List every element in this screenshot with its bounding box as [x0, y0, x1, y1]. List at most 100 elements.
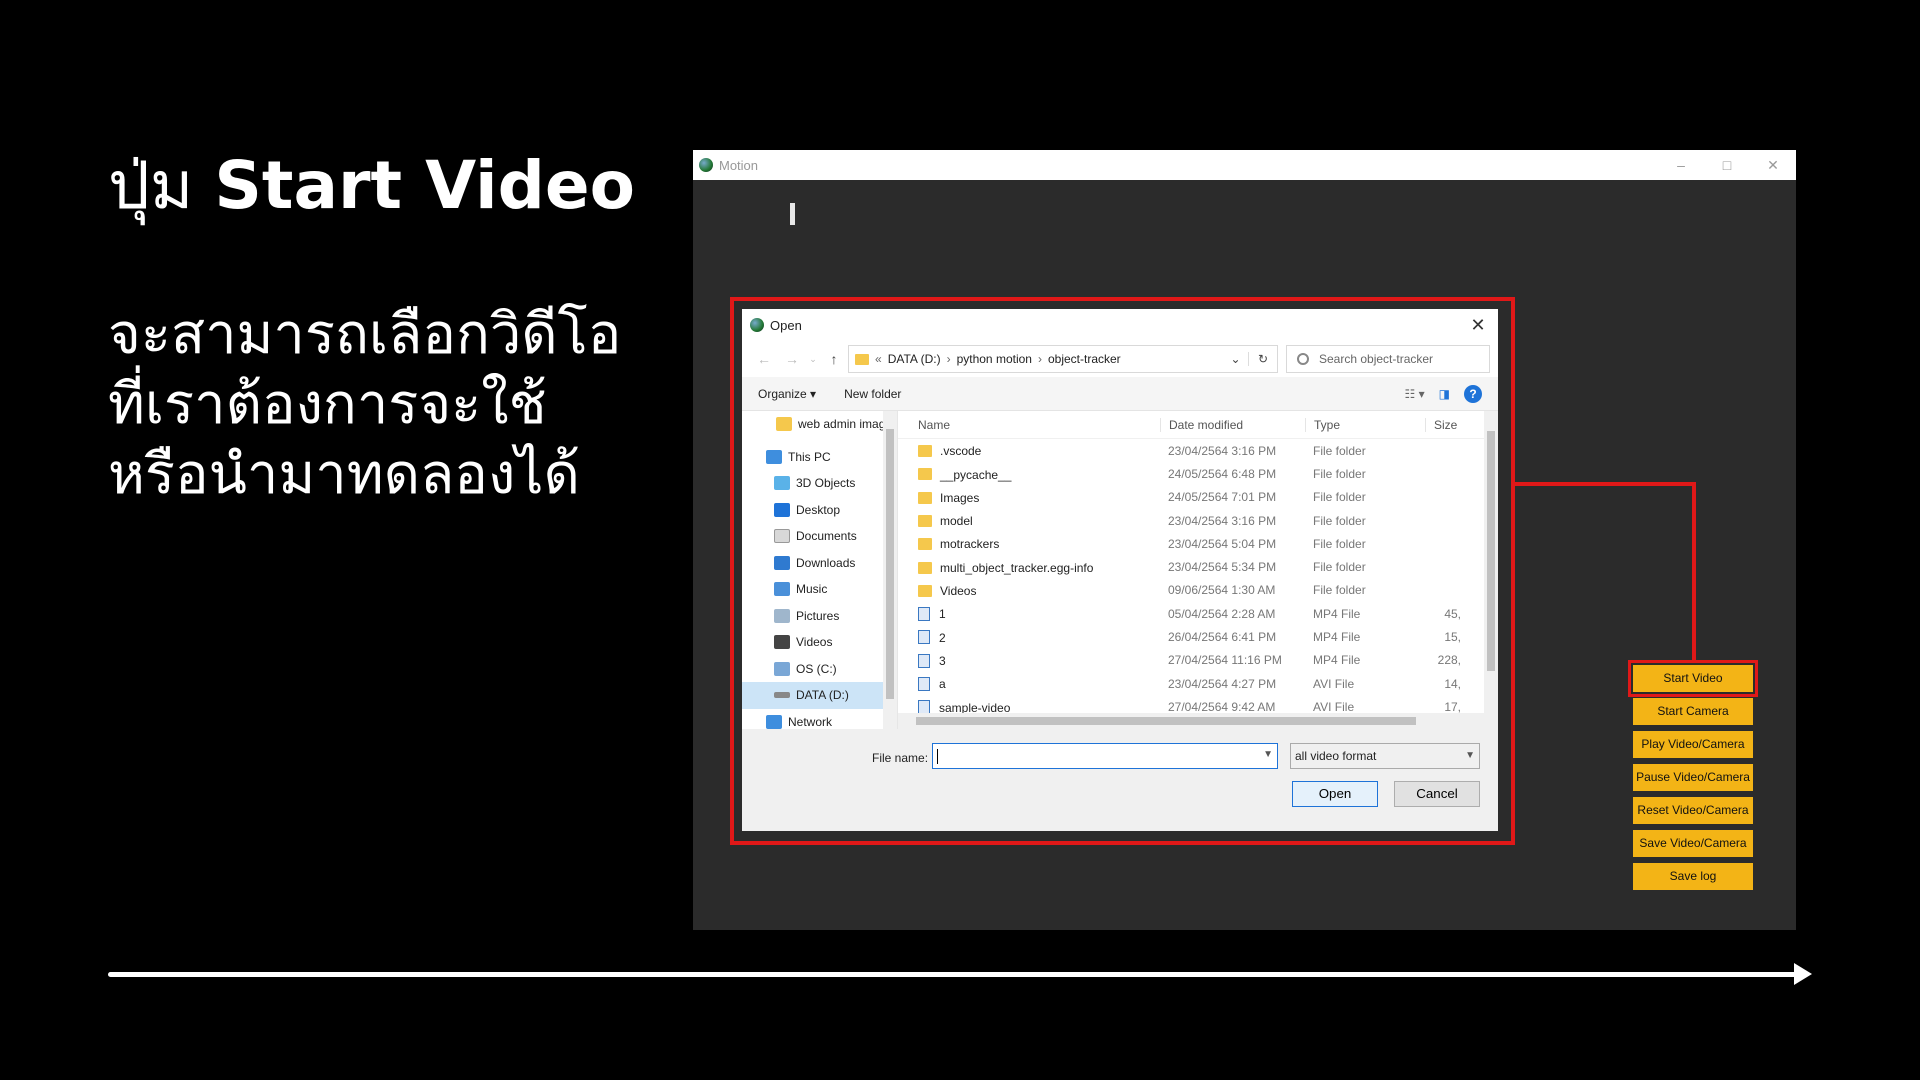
file-name-cell: 3: [898, 653, 1160, 668]
dialog-content: web admin imag This PC 3D Objects Deskto…: [742, 411, 1498, 729]
file-size: 45,: [1444, 606, 1461, 621]
nav-item-label: This PC: [788, 449, 831, 464]
file-row[interactable]: __pycache__ 24/05/2564 6:48 PM File folder: [898, 462, 1498, 485]
file-type: File folder: [1313, 466, 1366, 481]
nav-item-web-admin[interactable]: web admin imag: [742, 411, 897, 438]
chevron-down-icon[interactable]: ▼: [1465, 744, 1475, 768]
nav-item-downloads[interactable]: Downloads: [742, 550, 897, 577]
address-bar[interactable]: « DATA (D:) › python motion › object-tra…: [848, 345, 1278, 373]
file-list-horizontal-scrollbar[interactable]: [898, 713, 1484, 729]
file-date: 23/04/2564 3:16 PM: [1168, 513, 1277, 528]
scrollbar-thumb[interactable]: [1487, 431, 1495, 671]
view-options-icon[interactable]: ☷ ▾: [1405, 387, 1425, 401]
nav-item-music[interactable]: Music: [742, 576, 897, 603]
file-name: .vscode: [940, 444, 982, 459]
breadcrumb-item[interactable]: object-tracker: [1048, 352, 1121, 366]
preview-pane-icon[interactable]: ◨: [1439, 387, 1450, 401]
file-row[interactable]: a 23/04/2564 4:27 PM AVI File 14,: [898, 672, 1498, 695]
open-button[interactable]: Open: [1292, 781, 1378, 807]
chevron-down-icon[interactable]: ⌄: [1223, 352, 1249, 366]
organize-menu[interactable]: Organize ▾: [758, 387, 816, 401]
navigation-pane: web admin imag This PC 3D Objects Deskto…: [742, 411, 898, 729]
file-name: 3: [939, 653, 946, 668]
nav-item-label: Music: [796, 582, 828, 597]
close-icon[interactable]: ✕: [1458, 315, 1498, 336]
nav-item-data-d[interactable]: DATA (D:): [742, 682, 897, 709]
file-date: 09/06/2564 1:30 AM: [1168, 583, 1276, 598]
file-date: 05/04/2564 2:28 AM: [1168, 606, 1276, 621]
column-header-size[interactable]: Size: [1425, 417, 1465, 432]
nav-item-network[interactable]: Network: [742, 709, 897, 730]
scrollbar-thumb[interactable]: [886, 429, 894, 699]
file-row[interactable]: Images 24/05/2564 7:01 PM File folder: [898, 486, 1498, 509]
slide-title: ปุ่ม Start Video: [108, 148, 635, 224]
file-size: 14,: [1444, 676, 1461, 691]
slide-title-prefix: ปุ่ม: [108, 147, 194, 224]
file-name: multi_object_tracker.egg-info: [940, 560, 1094, 575]
video-file-icon: [918, 677, 930, 692]
file-name-cell: model: [898, 513, 1160, 528]
file-list: .vscode 23/04/2564 3:16 PM File folder __py…: [898, 439, 1498, 719]
nav-item-label: Documents: [796, 529, 857, 544]
file-list-pane: Name Date modified Type Size .vscode 23/0…: [898, 411, 1498, 729]
chevron-down-icon[interactable]: ▼: [1263, 749, 1273, 760]
file-row[interactable]: .vscode 23/04/2564 3:16 PM File folder: [898, 439, 1498, 462]
file-row[interactable]: 3 27/04/2564 11:16 PM MP4 File 228,: [898, 649, 1498, 672]
column-header-type[interactable]: Type: [1305, 417, 1425, 432]
breadcrumb-item[interactable]: DATA (D:): [888, 352, 941, 366]
forward-arrow-icon[interactable]: →: [778, 351, 806, 367]
cancel-button[interactable]: Cancel: [1394, 781, 1480, 807]
nav-item-label: Downloads: [796, 555, 856, 570]
file-type-select[interactable]: all video format ▼: [1290, 743, 1480, 769]
file-type: File folder: [1313, 560, 1366, 575]
save-log-button[interactable]: Save log: [1633, 863, 1753, 890]
file-row[interactable]: motrackers 23/04/2564 5:04 PM File folder: [898, 532, 1498, 555]
scrollbar-thumb[interactable]: [916, 717, 1416, 725]
desktop-icon: [774, 502, 790, 517]
nav-item-3d-objects[interactable]: 3D Objects: [742, 470, 897, 497]
reset-button[interactable]: Reset Video/Camera: [1633, 797, 1753, 824]
file-type: MP4 File: [1313, 653, 1361, 668]
refresh-icon[interactable]: ↻: [1249, 352, 1277, 366]
nav-scrollbar[interactable]: [883, 411, 897, 729]
nav-item-os-c[interactable]: OS (C:): [742, 656, 897, 683]
back-arrow-icon[interactable]: ←: [750, 351, 778, 367]
nav-item-desktop[interactable]: Desktop: [742, 497, 897, 524]
nav-item-pictures[interactable]: Pictures: [742, 603, 897, 630]
nav-item-this-pc[interactable]: This PC: [742, 444, 897, 471]
close-icon[interactable]: ✕: [1750, 157, 1796, 174]
view-controls: ☷ ▾ ◨ ?: [1405, 384, 1482, 403]
app-title: Motion: [719, 157, 759, 173]
file-row[interactable]: 1 05/04/2564 2:28 AM MP4 File 45,: [898, 602, 1498, 625]
file-row[interactable]: multi_object_tracker.egg-info 23/04/2564 …: [898, 555, 1498, 578]
start-video-button[interactable]: Start Video: [1628, 660, 1758, 697]
search-input[interactable]: Search object-tracker: [1286, 345, 1490, 373]
column-header-date[interactable]: Date modified: [1160, 417, 1305, 432]
help-icon[interactable]: ?: [1464, 384, 1482, 403]
folder-icon: [918, 561, 932, 574]
new-folder-button[interactable]: New folder: [844, 387, 901, 401]
minimize-icon[interactable]: –: [1658, 157, 1704, 174]
chevron-right-icon: ›: [946, 352, 951, 366]
file-name-label: File name:: [872, 751, 929, 765]
column-header-name[interactable]: Name: [898, 418, 1160, 432]
maximize-icon[interactable]: □: [1704, 157, 1750, 174]
up-arrow-icon[interactable]: ↑: [820, 351, 848, 367]
nav-item-label: web admin imag: [798, 417, 886, 432]
nav-item-documents[interactable]: Documents: [742, 523, 897, 550]
play-button[interactable]: Play Video/Camera: [1633, 731, 1753, 758]
start-camera-button[interactable]: Start Camera: [1633, 698, 1753, 725]
file-row[interactable]: Videos 09/06/2564 1:30 AM File folder: [898, 579, 1498, 602]
pause-button[interactable]: Pause Video/Camera: [1633, 764, 1753, 791]
file-row[interactable]: 2 26/04/2564 6:41 PM MP4 File 15,: [898, 625, 1498, 648]
file-name-input[interactable]: ▼: [932, 743, 1278, 769]
chevron-down-icon[interactable]: ⌄: [806, 354, 820, 365]
computer-icon: [766, 449, 782, 464]
file-type: MP4 File: [1313, 630, 1361, 645]
breadcrumb-item[interactable]: python motion: [957, 352, 1032, 366]
save-video-button[interactable]: Save Video/Camera: [1633, 830, 1753, 857]
nav-item-videos[interactable]: Videos: [742, 629, 897, 656]
file-row[interactable]: model 23/04/2564 3:16 PM File folder: [898, 509, 1498, 532]
file-date: 23/04/2564 4:27 PM: [1168, 676, 1277, 691]
file-list-vertical-scrollbar[interactable]: [1484, 411, 1498, 729]
